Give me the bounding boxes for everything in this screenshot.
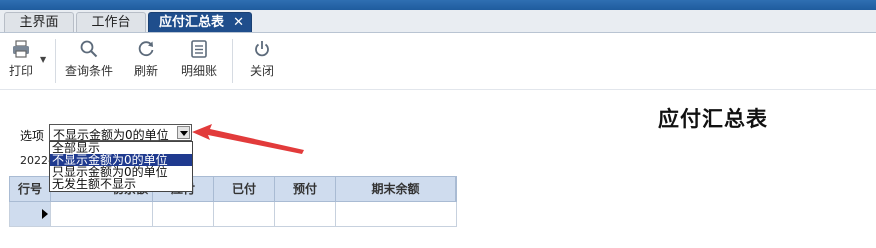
option-dropdown-list[interactable]: 全部显示 不显示金额为0的单位 只显示金额为0的单位 无发生额不显示 bbox=[49, 141, 193, 192]
close-tab-icon[interactable]: ✕ bbox=[233, 13, 244, 33]
printer-icon bbox=[13, 40, 29, 58]
table-cell[interactable] bbox=[275, 202, 336, 226]
print-button[interactable]: 打印 bbox=[3, 39, 39, 79]
column-header-prepaid[interactable]: 预付 bbox=[275, 177, 336, 201]
refresh-label: 刷新 bbox=[133, 64, 158, 78]
tab-strip: 主界面 工作台 应付汇总表 ✕ bbox=[0, 10, 876, 33]
chevron-down-icon bbox=[180, 131, 188, 136]
column-header-row-number[interactable]: 行号 bbox=[10, 177, 51, 201]
option-label: 选项 bbox=[20, 129, 45, 143]
query-conditions-button[interactable]: 查询条件 bbox=[60, 39, 118, 79]
row-header-cell[interactable] bbox=[10, 202, 51, 226]
refresh-button[interactable]: 刷新 bbox=[128, 39, 164, 79]
current-row-pointer-icon bbox=[42, 209, 48, 219]
tab-payables-summary-label: 应付汇总表 bbox=[159, 15, 225, 30]
detail-ledger-label: 明细账 bbox=[180, 64, 217, 78]
table-cell[interactable] bbox=[336, 202, 456, 226]
dropdown-option-selected[interactable]: 不显示金额为0的单位 bbox=[50, 154, 192, 166]
toolbar-separator bbox=[55, 39, 56, 83]
tab-workbench[interactable]: 工作台 bbox=[76, 12, 146, 32]
table-cell[interactable] bbox=[153, 202, 214, 226]
dropdown-option[interactable]: 无发生额不显示 bbox=[50, 178, 192, 190]
detail-ledger-button[interactable]: 明细账 bbox=[176, 39, 222, 79]
table-row[interactable] bbox=[9, 202, 457, 227]
dropdown-option[interactable]: 只显示金额为0的单位 bbox=[50, 166, 192, 178]
column-header-paid[interactable]: 已付 bbox=[214, 177, 275, 201]
app-title-strip bbox=[0, 0, 876, 10]
column-header-closing-balance[interactable]: 期末余额 bbox=[336, 177, 456, 201]
option-combobox[interactable]: 不显示金额为0的单位 bbox=[49, 124, 192, 142]
tab-main-screen[interactable]: 主界面 bbox=[4, 12, 74, 32]
combobox-dropdown-button[interactable] bbox=[177, 126, 190, 139]
report-title: 应付汇总表 bbox=[658, 107, 768, 131]
tab-payables-summary[interactable]: 应付汇总表 ✕ bbox=[148, 12, 252, 32]
table-cell[interactable] bbox=[214, 202, 275, 226]
refresh-icon bbox=[138, 41, 154, 57]
annotation-arrow-icon bbox=[192, 124, 304, 154]
print-label: 打印 bbox=[8, 64, 33, 78]
print-dropdown-arrow-icon[interactable]: ▼ bbox=[40, 55, 46, 64]
toolbar: 打印 ▼ 查询条件 刷新 明细账 关闭 bbox=[0, 33, 876, 90]
table-cell[interactable] bbox=[51, 202, 153, 226]
date-text: 2022- bbox=[20, 154, 52, 167]
close-label: 关闭 bbox=[249, 64, 274, 78]
search-icon bbox=[80, 40, 98, 58]
power-icon bbox=[255, 41, 269, 57]
dropdown-option[interactable]: 全部显示 bbox=[50, 142, 192, 154]
toolbar-separator bbox=[232, 39, 233, 83]
ledger-grid-icon bbox=[191, 40, 207, 58]
query-conditions-label: 查询条件 bbox=[64, 64, 113, 78]
close-button[interactable]: 关闭 bbox=[244, 39, 280, 79]
